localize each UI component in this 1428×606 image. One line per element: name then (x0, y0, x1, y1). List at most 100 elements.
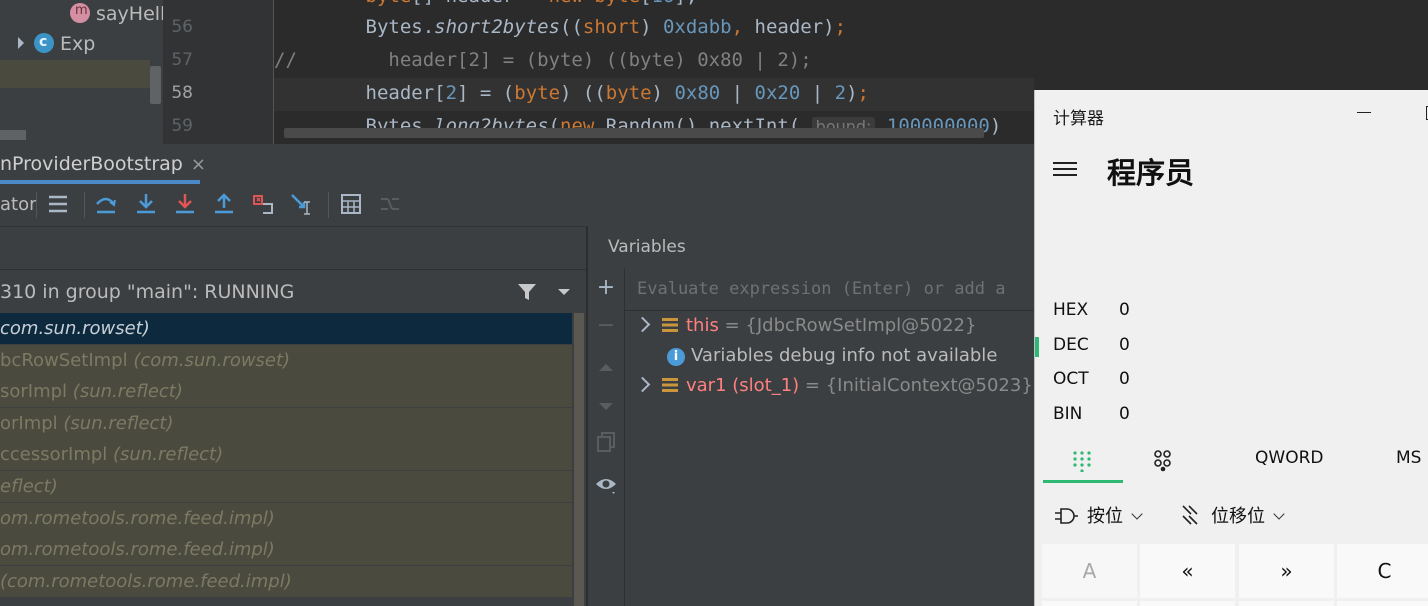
debug-toolbar: ator (0, 184, 1034, 226)
frame-method: bcRowSetImpl (0, 349, 134, 371)
code-token: 2 (445, 82, 458, 104)
remove-watch-icon[interactable]: − (594, 314, 618, 338)
variable-info-row: i Variables debug info not available (625, 341, 997, 371)
stack-frame[interactable]: om.rometools.rome.feed.impl) (0, 502, 572, 534)
logic-gate-icon (1055, 508, 1078, 524)
minimize-icon[interactable] (1357, 112, 1371, 113)
frame-package: om.rometools.rome.feed.impl) (0, 539, 275, 561)
code-line: Bytes.short2bytes((short) 0xdabb, header… (274, 16, 847, 38)
info-icon: i (667, 348, 685, 366)
step-into-icon[interactable] (134, 192, 158, 216)
expand-arrow-icon[interactable] (18, 37, 24, 49)
code-line: header[2] = (byte) ((byte) 0x80 | 0x20 |… (274, 82, 869, 104)
method-icon (70, 0, 90, 25)
class-icon (34, 28, 54, 56)
toolbar-label: ator (0, 194, 37, 215)
code-token: (( (560, 16, 583, 38)
code-token: | (800, 82, 835, 104)
thread-selector[interactable]: 310 in group "main": RUNNING (0, 269, 586, 314)
evaluate-expression-field[interactable]: Evaluate expression (Enter) or add a (625, 268, 1034, 311)
tree-scrollbar[interactable] (150, 66, 161, 104)
bit-shift-icon (1182, 505, 1198, 525)
tab-provider-bootstrap[interactable]: nProviderBootstrap × (0, 144, 220, 184)
threads-list-icon[interactable] (46, 192, 70, 216)
stack-frame[interactable]: orImpl (sun.reflect) (0, 407, 572, 439)
key-shift-left[interactable]: « (1140, 544, 1235, 598)
drop-frame-icon[interactable] (251, 192, 275, 216)
step-out-icon[interactable] (212, 192, 236, 216)
move-up-icon[interactable] (594, 356, 618, 380)
add-watch-icon[interactable]: + (594, 276, 618, 300)
code-token: 0x80 (674, 82, 721, 104)
editor-hscrollbar[interactable] (284, 128, 984, 138)
bit-toggle-keypad-icon[interactable] (1153, 450, 1173, 472)
variables-toolbar: + − (588, 268, 625, 606)
stack-frame[interactable]: bcRowSetImpl (com.sun.rowset) (0, 344, 572, 376)
code-token: byte (514, 82, 561, 104)
key-shift-right[interactable]: » (1239, 544, 1334, 598)
frame-package: eflect) (0, 476, 58, 497)
variables-title: Variables (608, 237, 686, 257)
variable-row-var1[interactable]: var1 (slot_1) = {InitialContext@5023} (625, 371, 1033, 401)
memory-store-button[interactable]: MS (1396, 448, 1421, 468)
code-token: Bytes. (274, 16, 435, 38)
chevron-right-icon[interactable] (634, 376, 651, 393)
code-token: 2 (834, 82, 847, 104)
radix-hex[interactable]: HEX 0 (1053, 300, 1130, 320)
copy-icon[interactable] (594, 430, 618, 454)
step-over-icon[interactable] (94, 192, 118, 216)
code-token: [ (640, 0, 651, 7)
window-title: 计算器 (1053, 109, 1104, 129)
chevron-down-icon[interactable] (556, 286, 572, 298)
stack-frame[interactable]: com.sun.rowset) (0, 313, 572, 344)
stack-frame[interactable]: (com.rometools.rome.feed.impl) (0, 565, 572, 597)
bitwise-dropdown[interactable]: 按位 (1053, 502, 1143, 528)
code-editor[interactable]: byte[] header = new byte[16]; Bytes.shor… (274, 0, 1034, 144)
variables-header: Variables (588, 226, 1034, 268)
code-token: 16 (652, 0, 675, 7)
radix-bin[interactable]: BIN 0 (1053, 404, 1130, 424)
editor-gutter: 56 57 58 59 (163, 0, 274, 144)
tree-item-exp[interactable]: Exp (18, 28, 95, 58)
frames-scrollbar[interactable] (574, 313, 584, 606)
tree-hscrollbar[interactable] (0, 130, 26, 140)
frame-package: com.sun.rowset) (0, 318, 150, 339)
stack-frame[interactable]: eflect) (0, 471, 572, 502)
key-clear[interactable]: C (1337, 544, 1428, 598)
code-token: ] = ( (457, 82, 515, 104)
tree-highlight (0, 60, 150, 88)
code-token: | (720, 82, 755, 104)
move-down-icon[interactable] (594, 394, 618, 418)
tree-item-sayhello[interactable]: sayHello (70, 0, 163, 28)
frame-package: (sun.reflect) (63, 412, 174, 434)
keypad-icon[interactable] (1071, 450, 1093, 472)
code-token: ; (834, 16, 847, 38)
evaluate-expression-icon[interactable] (339, 192, 363, 216)
trace-stream-icon[interactable] (378, 192, 402, 216)
close-icon[interactable]: × (191, 154, 206, 175)
code-token: 0xdabb (662, 16, 732, 38)
stack-frame[interactable]: sorImpl (sun.reflect) (0, 376, 572, 408)
code-token: ) (( (560, 82, 606, 104)
word-size-button[interactable]: QWORD (1255, 448, 1323, 468)
chevron-right-icon[interactable] (634, 316, 651, 333)
bitshift-dropdown[interactable]: 位移位 (1181, 502, 1285, 528)
radix-oct[interactable]: OCT 0 (1053, 369, 1130, 389)
stack-frame[interactable]: om.rometools.rome.feed.impl) (0, 534, 572, 566)
filter-icon[interactable] (516, 281, 538, 303)
line-number: 56 (171, 17, 193, 37)
variable-row-this[interactable]: this = {JdbcRowSetImpl@5022} (625, 311, 976, 341)
stack-frame[interactable]: ccessorImpl (sun.reflect) (0, 439, 572, 471)
run-to-cursor-icon[interactable] (290, 192, 314, 216)
force-step-into-icon[interactable] (173, 192, 197, 216)
key-a[interactable]: A (1042, 544, 1137, 598)
frames-list: (com.rometools.rome.feed.impl) om.rometoo… (0, 313, 586, 606)
hamburger-menu-icon[interactable] (1053, 162, 1077, 178)
eye-icon[interactable] (594, 472, 618, 496)
code-token: ) (651, 82, 675, 104)
code-token: byte (605, 82, 652, 104)
radix-dec[interactable]: DEC 0 (1035, 335, 1130, 357)
code-token: ) (640, 16, 663, 38)
project-tree: sayHello Exp (0, 0, 163, 144)
